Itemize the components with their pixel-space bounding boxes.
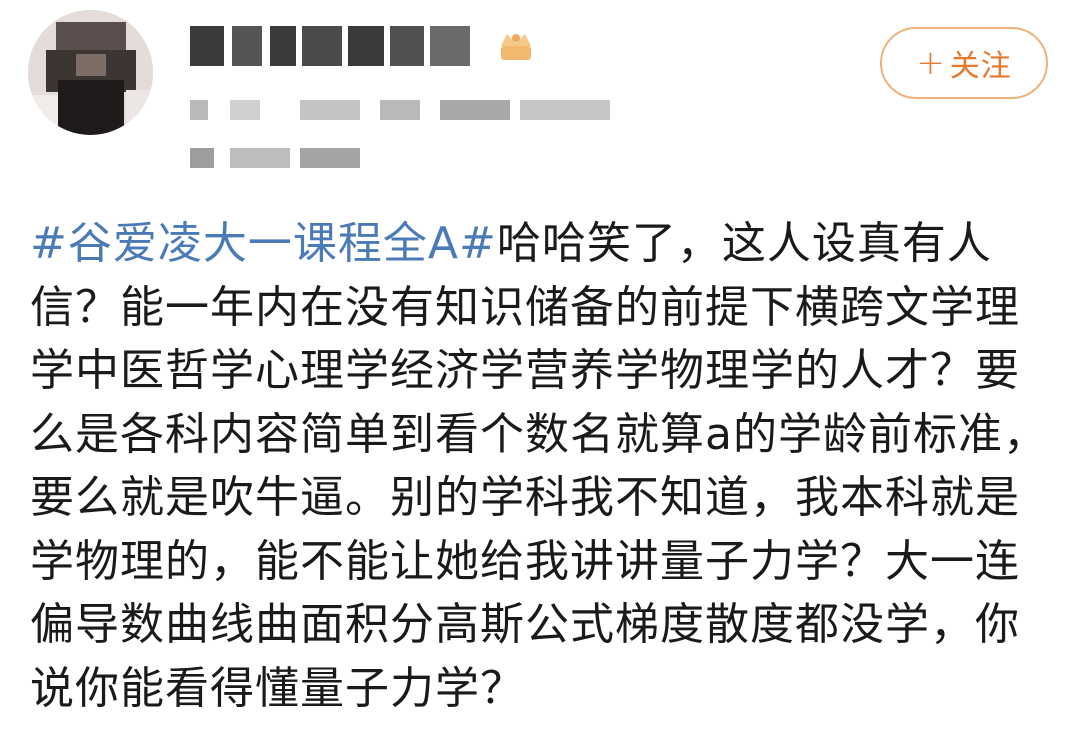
follow-button[interactable]: + 关注 <box>880 27 1048 99</box>
post-source-redacted <box>190 148 390 170</box>
username-redacted[interactable] <box>190 26 490 68</box>
post-content: #谷爱凌大一课程全A#哈哈笑了，这人设真有人信？能一年内在没有知识储备的前提下横… <box>30 212 1060 720</box>
plus-icon: + <box>916 43 946 83</box>
post-body-text: 哈哈笑了，这人设真有人信？能一年内在没有知识储备的前提下横跨文学理学中医哲学心理… <box>30 218 1048 714</box>
avatar[interactable] <box>28 10 153 135</box>
hashtag-link[interactable]: #谷爱凌大一课程全A# <box>30 218 497 269</box>
follow-label: 关注 <box>949 49 1012 84</box>
weibo-post: + 关注 #谷爱凌大一课程全A#哈哈笑了，这人设真有人信？能一年内在没有知识储备… <box>0 0 1080 748</box>
crown-icon <box>497 28 535 64</box>
post-meta-redacted <box>190 100 630 122</box>
